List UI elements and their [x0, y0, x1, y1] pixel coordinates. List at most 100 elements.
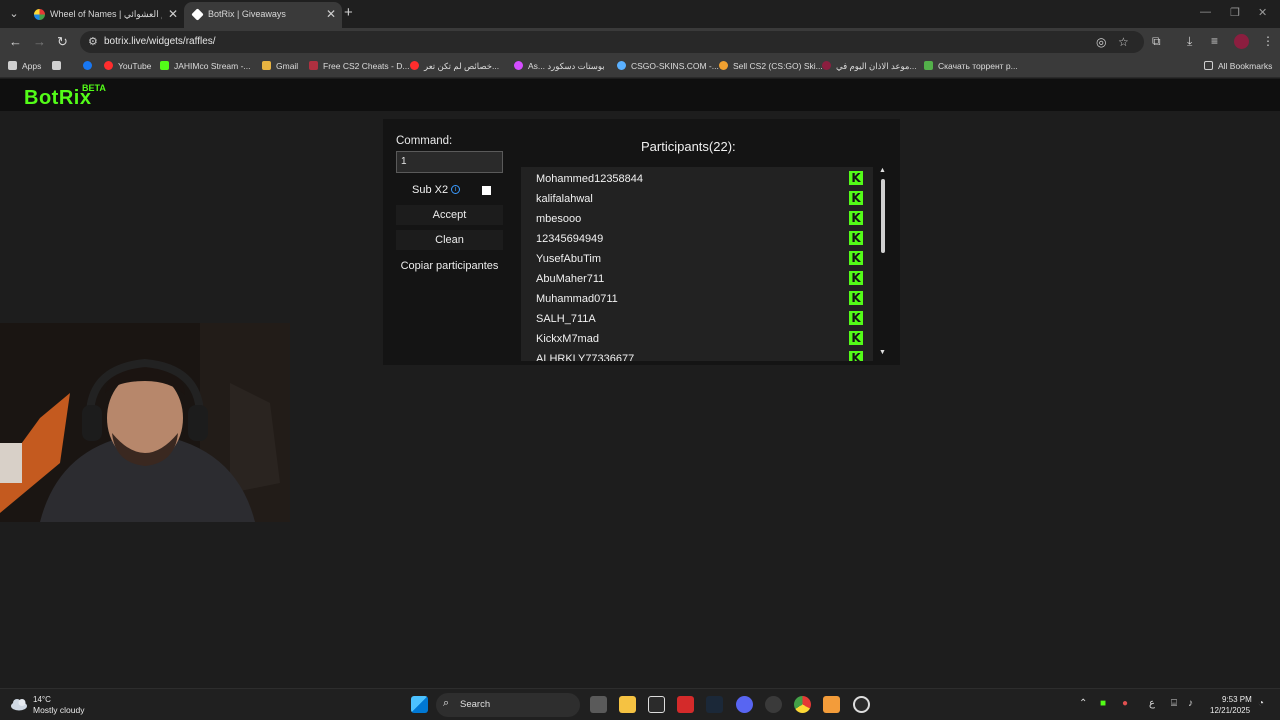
bookmarks-bar: Apps YouTube JAHIMco Stream -... Gmail F…	[0, 56, 1280, 78]
obs-icon[interactable]	[765, 696, 782, 713]
participant-row: AbuMaher711 K	[521, 269, 873, 289]
participant-name: KickxM7mad	[536, 333, 599, 345]
extensions-icon[interactable]: ⧉	[1152, 34, 1161, 49]
bookmark-label: Sell CS2 (CS:GO) Ski...	[733, 61, 823, 71]
kick-platform-icon: K	[849, 291, 863, 305]
microphone-icon[interactable]: ●	[1122, 698, 1128, 709]
grid-icon	[52, 61, 61, 70]
clock-time[interactable]: 9:53 PM	[1222, 695, 1252, 704]
bookmark-sell-cs2[interactable]: Sell CS2 (CS:GO) Ski...	[719, 61, 823, 71]
copy-participants-button[interactable]: Copiar participantes	[396, 260, 503, 272]
participant-name: Mohammed12358844	[536, 173, 644, 185]
reload-icon[interactable]: ↻	[57, 34, 68, 50]
bookmark-label: موعد الاذان اليوم في...	[836, 61, 917, 71]
bookmark-facebook[interactable]	[83, 61, 97, 71]
participant-name: YusefAbuTim	[536, 253, 602, 265]
tab-wheel-of-names[interactable]: Wheel of Names | اسم العشوائي ✕	[26, 2, 184, 28]
scroll-down-icon[interactable]: ▼	[879, 349, 886, 356]
bookmark-gmail[interactable]: Gmail	[262, 61, 298, 71]
weather-description[interactable]: Mostly cloudy	[33, 705, 85, 715]
window-close-icon[interactable]: ✕	[1258, 6, 1267, 19]
close-icon[interactable]: ✕	[168, 7, 178, 21]
site-info-icon[interactable]: ⚙	[88, 35, 98, 48]
chrome-icon[interactable]	[794, 696, 811, 713]
address-bar[interactable]: ⚙ botrix.live/widgets/raffles/ ◎ ☆	[80, 31, 1144, 53]
bookmark-all[interactable]: All Bookmarks	[1204, 61, 1272, 71]
windows-start-icon[interactable]	[411, 696, 428, 713]
kick-tray-icon[interactable]: ■	[1100, 698, 1106, 709]
bookmark-discord-posts[interactable]: As... بوستات دسكورد	[514, 61, 605, 72]
weather-temperature[interactable]: 14°C	[33, 695, 51, 704]
scroll-up-icon[interactable]: ▲	[879, 167, 886, 174]
bookmark-jahimco[interactable]: JAHIMco Stream -...	[160, 61, 251, 71]
participant-name: mbesooo	[536, 213, 582, 225]
bookmark-apps[interactable]: Apps	[8, 61, 41, 71]
accept-button[interactable]: Accept	[396, 205, 503, 225]
forward-icon[interactable]: →	[33, 34, 46, 49]
participant-row: 12345694949 K	[521, 229, 873, 249]
menu-kebab-icon[interactable]: ⋮	[1262, 34, 1274, 48]
tab-title: BotRix | Giveaways	[208, 9, 286, 19]
bookmark-label: CSGO-SKINS.COM -...	[631, 61, 719, 71]
minimize-icon[interactable]: —	[1200, 6, 1211, 18]
kick-platform-icon: K	[849, 351, 863, 361]
bookmark-label: As... بوستات دسكورد	[528, 61, 605, 71]
participant-row: SALH_711A K	[521, 309, 873, 329]
info-icon[interactable]: i	[451, 185, 460, 194]
reading-list-icon[interactable]: ≡	[1211, 34, 1218, 48]
participant-name: 12345694949	[536, 233, 604, 245]
close-icon[interactable]: ✕	[326, 7, 336, 21]
red-triangle-app-icon[interactable]	[677, 696, 694, 713]
browser-tab-strip: ⌄ Wheel of Names | اسم العشوائي ✕ BotRix…	[0, 0, 1280, 28]
new-tab-button[interactable]: +	[344, 4, 353, 21]
clock-date[interactable]: 12/21/2025	[1210, 706, 1250, 715]
bookmark-youtube-arabic[interactable]: خصائص لم تكن تعر...	[410, 61, 499, 72]
notification-bell-icon[interactable]: ◔	[1258, 698, 1264, 709]
download-icon[interactable]: ⤓	[1187, 34, 1192, 49]
bookmark-youtube[interactable]: YouTube	[104, 61, 151, 71]
tab-search-icon[interactable]: ⌄	[4, 4, 24, 24]
bookmark-prayer-times[interactable]: موعد الاذان اليوم في...	[822, 61, 917, 72]
search-label: Search	[460, 699, 491, 710]
scrollbar-thumb[interactable]	[881, 179, 885, 253]
eye-slash-icon[interactable]: ◎	[1096, 35, 1106, 49]
bookmark-cs2-cheats[interactable]: Free CS2 Cheats - D...	[309, 61, 409, 71]
volume-icon[interactable]: ♪	[1188, 698, 1193, 709]
youtube-icon	[410, 61, 419, 70]
streaming-app-icon[interactable]	[823, 696, 840, 713]
taskbar-search[interactable]: ⌕ Search	[436, 693, 580, 717]
scrollbar[interactable]: ▲ ▼	[879, 167, 887, 361]
torrent-icon	[924, 61, 933, 70]
kick-platform-icon: K	[849, 231, 863, 245]
sub-x2-label: Sub X2	[412, 184, 449, 196]
task-view-icon[interactable]	[590, 696, 607, 713]
g-hub-icon[interactable]	[648, 696, 665, 713]
bookmark-torrent[interactable]: Скачать торрент р...	[924, 61, 1018, 71]
bookmark-grid[interactable]	[52, 61, 66, 71]
tab-botrix-giveaways[interactable]: BotRix | Giveaways ✕	[184, 2, 342, 28]
settings-gear-icon[interactable]	[853, 696, 870, 713]
botrix-header: BotRix BETA	[0, 79, 1280, 111]
gem-icon	[514, 61, 523, 70]
discord-icon[interactable]	[736, 696, 753, 713]
gmail-icon	[262, 61, 271, 70]
facebook-icon	[83, 61, 92, 70]
profile-avatar[interactable]	[1234, 34, 1249, 49]
star-icon[interactable]: ☆	[1118, 35, 1129, 49]
chevron-up-icon[interactable]: ⌃	[1079, 698, 1087, 709]
kick-platform-icon: K	[849, 211, 863, 225]
steam-icon[interactable]	[706, 696, 723, 713]
back-icon[interactable]: ←	[9, 34, 22, 49]
participants-list[interactable]: Mohammed12358844 Kkalifalahwal Kmbesooo K 12…	[521, 167, 873, 361]
clean-button[interactable]: Clean	[396, 230, 503, 250]
url-text: botrix.live/widgets/raffles/	[104, 36, 216, 47]
language-indicator[interactable]: ع	[1149, 698, 1155, 709]
bookmark-label: YouTube	[118, 61, 152, 71]
file-explorer-icon[interactable]	[619, 696, 636, 713]
network-icon[interactable]: ⌸	[1171, 698, 1177, 709]
sub-x2-checkbox[interactable]	[482, 186, 491, 195]
command-input[interactable]: 1	[396, 151, 503, 173]
restore-icon[interactable]: ❐	[1230, 6, 1240, 19]
bookmark-csgo-skins[interactable]: CSGO-SKINS.COM -...	[617, 61, 719, 71]
kick-platform-icon: K	[849, 271, 863, 285]
